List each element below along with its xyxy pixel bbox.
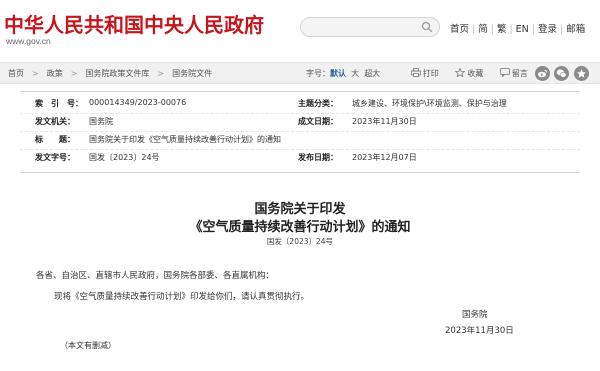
issuing-authority-label: 发文机关：	[35, 117, 75, 126]
search-input[interactable]	[300, 17, 440, 37]
metadata-row: 发文字号： 国发〔2023〕24号 发布日期： 2023年12月07日	[20, 152, 580, 172]
site-header: 中华人民共和国中央人民政府 www.gov.cn 首页 | 简 | 繁 | EN | 登录 | 邮箱	[0, 0, 600, 58]
publish-date-value: 2023年12月07日	[352, 153, 417, 162]
search-icon[interactable]	[421, 21, 433, 33]
article-tools: 字号：默认 大 超大 打印 收藏 留言	[306, 68, 528, 79]
breadcrumb-home[interactable]: 首页	[8, 69, 24, 78]
index-number-label: 索 引 号：	[35, 99, 83, 108]
site-url: www.gov.cn	[6, 36, 51, 46]
article-signature: 国务院	[462, 310, 488, 320]
written-date-label: 成文日期：	[298, 117, 338, 126]
article-date: 2023年11月30日	[445, 326, 514, 336]
document-number-value: 国发〔2023〕24号	[89, 153, 160, 162]
qzone-share-icon[interactable]	[574, 66, 589, 81]
article-salutation: 各省、自治区、直辖市人民政府，国务院各部委、各直属机构：	[36, 271, 275, 281]
publish-date-label: 发布日期：	[298, 153, 338, 162]
written-date-value: 2023年11月30日	[352, 117, 417, 126]
issuing-authority-value: 国务院	[89, 117, 113, 126]
row-divider	[20, 149, 580, 150]
nav-mailbox[interactable]: 邮箱	[566, 24, 585, 35]
breadcrumb-bar: 首页 > 政策 > 国务院政策文件库 > 国务院文件 字号：默认 大 超大 打印 收藏 留言	[0, 62, 600, 84]
document-metadata-table: 索 引 号： 000014349/2023-00076 主题分类： 城乡建设、环…	[20, 91, 580, 173]
document-number-label: 发文字号：	[35, 153, 75, 162]
subject-category-label: 主题分类：	[298, 99, 338, 108]
article-abridged-note: （本文有删减）	[60, 341, 116, 350]
font-large-button[interactable]: 大	[351, 69, 359, 78]
article-body: 国务院关于印发 《空气质量持续改善行动计划》的通知 国发〔2023〕24号 各省…	[0, 176, 600, 371]
breadcrumb: 首页 > 政策 > 国务院政策文件库 > 国务院文件	[8, 69, 213, 78]
nav-simplified[interactable]: 简	[478, 24, 488, 35]
metadata-row: 索 引 号： 000014349/2023-00076 主题分类： 城乡建设、环…	[20, 98, 580, 118]
nav-login[interactable]: 登录	[538, 24, 557, 35]
metadata-row: 发文机关： 国务院 成文日期： 2023年11月30日	[20, 116, 580, 136]
breadcrumb-policy[interactable]: 政策	[47, 69, 63, 78]
title-label: 标 题：	[35, 135, 75, 144]
article-title-line-2: 《空气质量持续改善行动计划》的通知	[189, 220, 411, 235]
site-title[interactable]: 中华人民共和国中央人民政府	[4, 9, 264, 38]
metadata-row: 标 题： 国务院关于印发《空气质量持续改善行动计划》的通知	[20, 134, 580, 154]
article-title-line-1: 国务院关于印发	[254, 202, 346, 217]
article-paragraph: 现将《空气质量持续改善行动计划》印发给你们，请认真贯彻执行。	[54, 292, 310, 302]
comment-icon[interactable]	[499, 68, 510, 77]
row-divider	[20, 113, 580, 114]
font-xlarge-button[interactable]: 超大	[364, 69, 380, 78]
top-nav: 首页 | 简 | 繁 | EN | 登录 | 邮箱	[450, 24, 586, 35]
font-default-button[interactable]: 默认	[330, 69, 346, 78]
breadcrumb-policy-library[interactable]: 国务院政策文件库	[85, 69, 149, 78]
nav-home[interactable]: 首页	[450, 24, 469, 35]
star-icon[interactable]	[455, 68, 466, 77]
nav-traditional[interactable]: 繁	[497, 24, 507, 35]
breadcrumb-state-council-docs[interactable]: 国务院文件	[172, 69, 212, 78]
nav-english[interactable]: EN	[516, 24, 529, 35]
index-number-value: 000014349/2023-00076	[89, 98, 187, 107]
wechat-share-icon[interactable]	[554, 66, 569, 81]
title-value: 国务院关于印发《空气质量持续改善行动计划》的通知	[89, 135, 281, 144]
font-size-label: 字号：	[306, 69, 330, 78]
print-button[interactable]: 打印	[423, 69, 439, 78]
print-icon[interactable]	[410, 68, 421, 77]
article-document-number: 国发〔2023〕24号	[266, 237, 334, 246]
favorite-button[interactable]: 收藏	[467, 69, 483, 78]
subject-category-value: 城乡建设、环境保护\环境监测、保护与治理	[352, 99, 507, 108]
row-divider	[20, 131, 580, 132]
message-button[interactable]: 留言	[512, 69, 528, 78]
weibo-share-icon[interactable]	[535, 66, 550, 81]
